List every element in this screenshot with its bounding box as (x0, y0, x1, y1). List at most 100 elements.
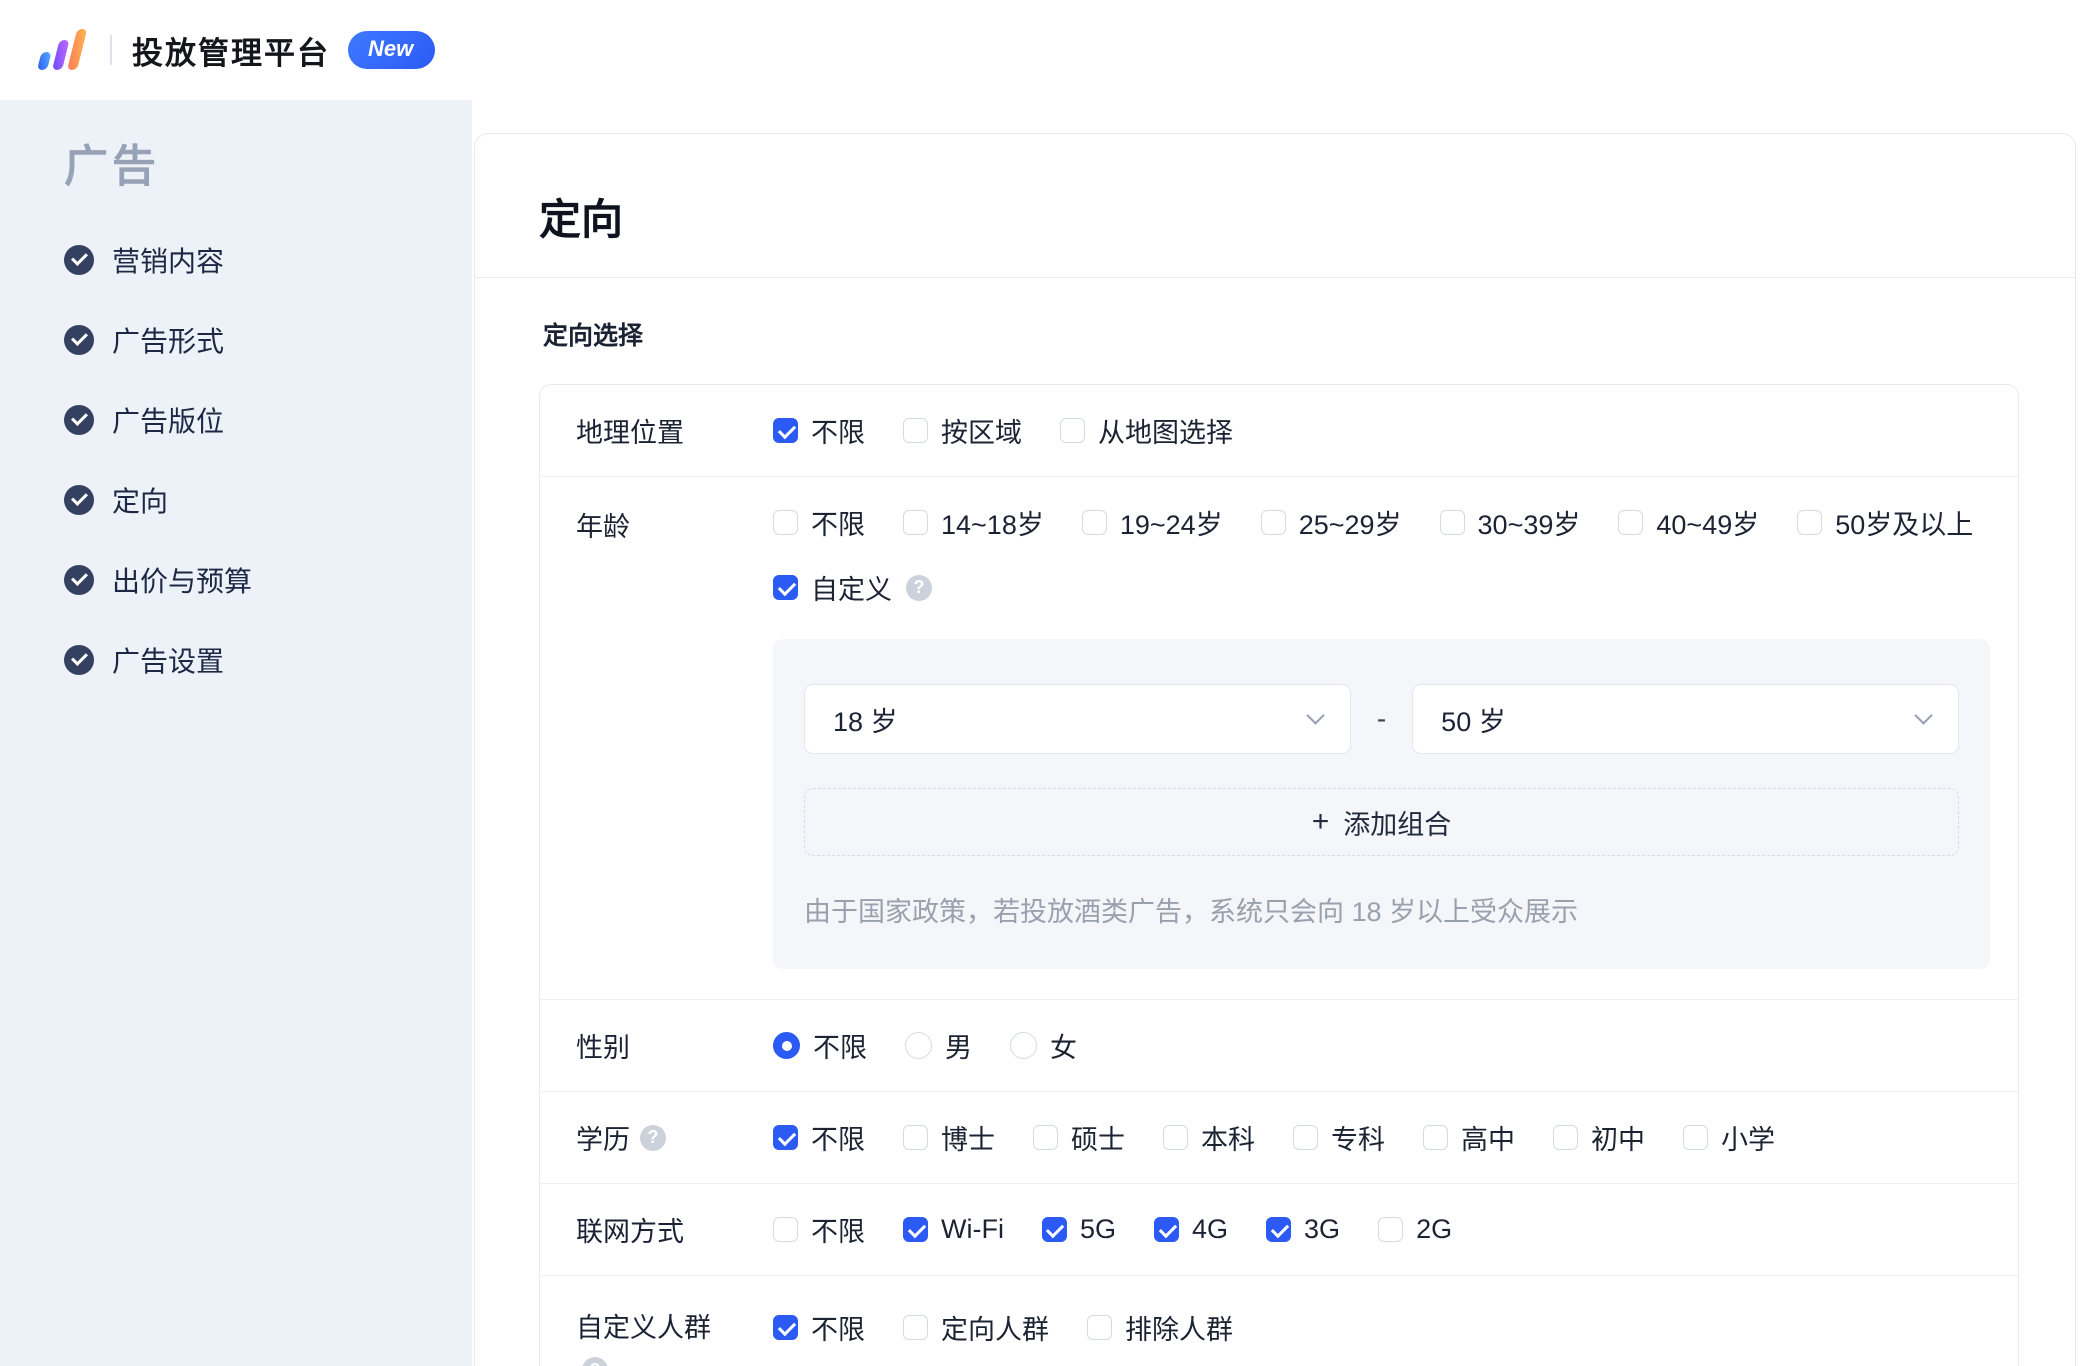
checkbox-option-net-4g[interactable]: 4G (1154, 1214, 1228, 1245)
checkbox[interactable] (903, 1217, 928, 1242)
age-max-select[interactable]: 50 岁 (1412, 684, 1960, 754)
age-max-value: 50 岁 (1441, 706, 1506, 737)
checkbox[interactable] (1553, 1125, 1578, 1150)
checkbox-option-audience-include[interactable]: 定向人群 (903, 1308, 1049, 1347)
checkbox-label: 30~39岁 (1477, 510, 1581, 540)
checkbox-option-edu-primary[interactable]: 小学 (1683, 1118, 1775, 1157)
sidebar-item-ad-settings[interactable]: 广告设置 (64, 620, 472, 700)
checkbox[interactable] (903, 1315, 928, 1340)
checkbox-option-age-unlimited[interactable]: 不限 (773, 503, 865, 542)
age-options-line2: 自定义 ? (773, 568, 1990, 607)
checkbox-label: 博士 (941, 1125, 995, 1155)
radio-option-gender-male[interactable]: 男 (905, 1026, 972, 1065)
checkbox[interactable] (903, 510, 928, 535)
checkbox-option-edu-middleschool[interactable]: 初中 (1553, 1118, 1645, 1157)
checkbox-label: 高中 (1461, 1125, 1515, 1155)
checkbox[interactable] (773, 1217, 798, 1242)
checkbox[interactable] (903, 1125, 928, 1150)
radio-button[interactable] (905, 1032, 932, 1059)
checkbox[interactable] (773, 1125, 798, 1150)
checkbox[interactable] (1266, 1217, 1292, 1242)
checkbox[interactable] (1041, 1217, 1067, 1242)
checkbox-option-age-40-49[interactable]: 40~49岁 (1618, 503, 1759, 542)
help-icon[interactable]: ? (640, 1124, 666, 1151)
radio-button[interactable] (773, 1032, 800, 1059)
radio-button[interactable] (1010, 1032, 1037, 1059)
checkbox[interactable] (773, 510, 798, 535)
checkbox-option-edu-college[interactable]: 专科 (1293, 1118, 1385, 1157)
checkbox[interactable] (903, 418, 928, 443)
checkbox[interactable] (773, 575, 798, 600)
checkbox-option-edu-unlimited[interactable]: 不限 (773, 1118, 865, 1157)
checkbox-option-edu-highschool[interactable]: 高中 (1423, 1118, 1515, 1157)
radio-label: 男 (945, 1033, 972, 1063)
checkbox[interactable] (773, 1315, 798, 1340)
checkbox-label: 14~18岁 (941, 510, 1044, 540)
checkbox-option-age-14-18[interactable]: 14~18岁 (903, 503, 1044, 542)
checkbox-option-edu-doctor[interactable]: 博士 (903, 1118, 995, 1157)
row-options-education: 不限 博士 硕士 本科 专科 高中 初中 小学 (773, 1118, 1990, 1157)
checkbox[interactable] (1423, 1125, 1448, 1150)
checkbox-option-age-30-39[interactable]: 30~39岁 (1439, 503, 1581, 542)
checkbox-option-net-3g[interactable]: 3G (1266, 1214, 1340, 1245)
help-icon[interactable]: ? (582, 1357, 608, 1366)
row-label-text: 年龄 (576, 512, 630, 542)
checkbox[interactable] (1163, 1125, 1188, 1150)
sidebar-item-targeting[interactable]: 定向 (64, 460, 472, 540)
checkbox-label: 19~24岁 (1119, 510, 1223, 540)
check-circle-icon (64, 645, 94, 675)
checkbox-option-age-19-24[interactable]: 19~24岁 (1081, 503, 1223, 542)
row-label-education: 学历 ? (576, 1118, 773, 1157)
row-custom-audience: 自定义人群 ? 不限 定向人群 (540, 1276, 2018, 1366)
checkbox-option-geo-unlimited[interactable]: 不限 (773, 411, 865, 450)
checkbox-label: 自定义 (811, 575, 892, 605)
sidebar-item-ad-format[interactable]: 广告形式 (64, 300, 472, 380)
help-icon[interactable]: ? (906, 574, 932, 601)
checkbox[interactable] (1081, 510, 1107, 535)
app-header: 投放管理平台 New (0, 0, 2084, 100)
checkbox[interactable] (1033, 1125, 1058, 1150)
check-circle-icon (64, 245, 94, 275)
checkbox[interactable] (1293, 1125, 1318, 1150)
checkbox-option-audience-exclude[interactable]: 排除人群 (1087, 1308, 1233, 1347)
checkbox[interactable] (1378, 1217, 1404, 1242)
sidebar-item-marketing-content[interactable]: 营销内容 (64, 220, 472, 300)
checkbox-option-age-25-29[interactable]: 25~29岁 (1260, 503, 1402, 542)
sidebar-item-label: 广告版位 (112, 406, 225, 437)
checkbox-option-net-5g[interactable]: 5G (1041, 1214, 1116, 1245)
checkbox-option-geo-by-region[interactable]: 按区域 (903, 411, 1022, 450)
checkbox-option-edu-master[interactable]: 硕士 (1033, 1118, 1125, 1157)
add-combination-button[interactable]: + 添加组合 (804, 788, 1959, 856)
checkbox[interactable] (1797, 510, 1823, 535)
radio-option-gender-unlimited[interactable]: 不限 (773, 1026, 867, 1065)
checkbox[interactable] (1260, 510, 1286, 535)
app-logo-icon[interactable] (36, 26, 92, 74)
age-min-select[interactable]: 18 岁 (804, 684, 1351, 754)
row-options-geo: 不限 按区域 从地图选择 (773, 411, 1990, 450)
checkbox[interactable] (1439, 510, 1465, 535)
checkbox[interactable] (1060, 418, 1085, 443)
checkbox[interactable] (1683, 1125, 1708, 1150)
checkbox-option-edu-bachelor[interactable]: 本科 (1163, 1118, 1255, 1157)
row-age: 年龄 不限 14~18岁 19~24岁 25~29岁 30~39岁 40~49岁… (540, 477, 2018, 1000)
checkbox-option-geo-from-map[interactable]: 从地图选择 (1060, 411, 1233, 450)
chevron-down-icon (1914, 706, 1933, 725)
checkbox-option-net-2g[interactable]: 2G (1378, 1214, 1452, 1245)
checkbox-option-net-unlimited[interactable]: 不限 (773, 1210, 865, 1249)
radio-option-gender-female[interactable]: 女 (1010, 1026, 1077, 1065)
sidebar-item-ad-placement[interactable]: 广告版位 (64, 380, 472, 460)
page: 投放管理平台 New 广告 营销内容 广告形式 广告版位 定向 出价与预算 广告… (0, 0, 2084, 1366)
checkbox[interactable] (1618, 510, 1644, 535)
checkbox[interactable] (773, 418, 798, 443)
sidebar-item-bid-budget[interactable]: 出价与预算 (64, 540, 472, 620)
checkbox-option-age-custom[interactable]: 自定义 (773, 568, 892, 607)
sidebar-heading: 广告 (64, 142, 160, 191)
checkbox-option-net-wifi[interactable]: Wi-Fi (903, 1214, 1004, 1245)
checkbox[interactable] (1154, 1217, 1179, 1242)
checkbox-option-audience-unlimited[interactable]: 不限 (773, 1308, 865, 1347)
header-divider (110, 35, 112, 65)
checkbox-label: 4G (1192, 1214, 1229, 1244)
checkbox-option-age-50-plus[interactable]: 50岁及以上 (1797, 503, 1973, 542)
checkbox[interactable] (1087, 1315, 1112, 1340)
title-divider (475, 277, 2075, 278)
